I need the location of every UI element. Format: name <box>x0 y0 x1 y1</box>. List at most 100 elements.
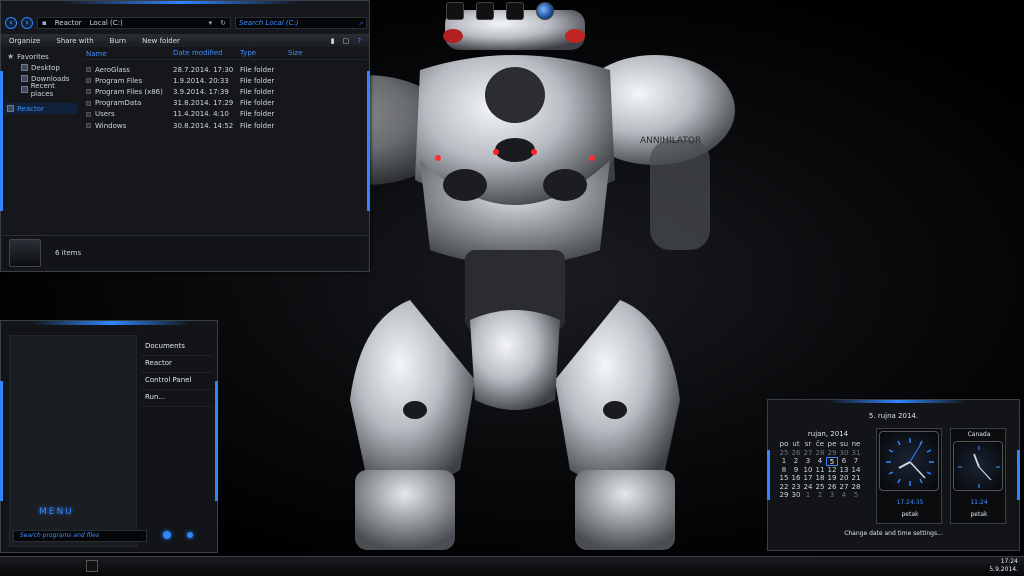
calendar-month[interactable]: rujan, 2014 <box>778 430 878 440</box>
calendar-day[interactable]: 13 <box>838 466 850 475</box>
calendar-day[interactable]: 2 <box>790 457 802 466</box>
share-with-button[interactable]: Share with <box>48 37 101 45</box>
downloads-icon <box>21 75 28 82</box>
calendar-day[interactable]: 11 <box>814 466 826 475</box>
calendar-day[interactable]: 20 <box>838 474 850 483</box>
forward-button[interactable]: › <box>21 17 33 29</box>
calendar-day[interactable]: 16 <box>790 474 802 483</box>
table-row[interactable]: ProgramData 31.8.2014. 17:29 File folder <box>83 98 367 109</box>
calendar-day[interactable]: 19 <box>826 474 838 483</box>
calendar-day[interactable]: 5 <box>826 457 838 466</box>
calendar-day[interactable]: 4 <box>838 491 850 500</box>
shutdown-icon[interactable] <box>163 531 171 539</box>
calendar-day[interactable]: 1 <box>778 457 790 466</box>
address-bar[interactable]: ▪ Reactor Local (C:) ▾ ↻ <box>37 17 231 29</box>
computer-icon[interactable] <box>446 2 464 20</box>
calendar-day[interactable]: 27 <box>838 483 850 492</box>
column-date-modified[interactable]: Date modified <box>173 49 240 59</box>
table-row[interactable]: AeroGlass 28.7.2014. 17:30 File folder <box>83 64 367 75</box>
new-folder-button[interactable]: New folder <box>134 37 188 45</box>
calendar-day[interactable]: 1 <box>802 491 814 500</box>
calendar-day[interactable]: 5 <box>850 491 862 500</box>
table-row[interactable]: Program Files 1.9.2014. 20:33 File folde… <box>83 75 367 86</box>
calendar-day[interactable]: 30 <box>790 491 802 500</box>
file-type: File folder <box>240 110 275 119</box>
calendar-day[interactable]: 31 <box>850 449 862 458</box>
breadcrumb-reactor[interactable]: Reactor <box>55 19 82 27</box>
speaker-icon[interactable] <box>476 2 494 20</box>
calendar-day[interactable]: 28 <box>850 483 862 492</box>
search-input[interactable]: Search Local (C:) ⌕ <box>235 17 367 29</box>
system-clock[interactable]: 17:24 5.9.2014. <box>989 558 1018 574</box>
file-type: File folder <box>240 87 275 96</box>
speaker-icon[interactable] <box>506 2 524 20</box>
dropdown-icon[interactable]: ▾ <box>209 19 213 27</box>
calendar-day[interactable]: 6 <box>838 457 850 466</box>
main-clock-day: petak <box>901 511 919 518</box>
calendar-day[interactable]: 8 <box>778 466 790 475</box>
calendar-day[interactable]: 3 <box>802 457 814 466</box>
calendar-day[interactable]: 14 <box>850 466 862 475</box>
help-icon[interactable]: ? <box>357 37 361 45</box>
calendar-day[interactable]: 24 <box>802 483 814 492</box>
calendar-day[interactable]: 15 <box>778 474 790 483</box>
reactor-link[interactable]: Reactor <box>141 356 213 373</box>
column-name[interactable]: Name <box>83 49 173 59</box>
calendar-day[interactable]: 10 <box>802 466 814 475</box>
second-clock-label: Canada <box>967 431 991 438</box>
calendar-day[interactable]: 23 <box>790 483 802 492</box>
table-row[interactable]: Users 11.4.2014. 4:10 File folder <box>83 109 367 120</box>
calendar-day[interactable]: 3 <box>826 491 838 500</box>
run-link[interactable]: Run... <box>141 390 213 407</box>
shutdown-options-icon[interactable] <box>187 532 193 538</box>
refresh-icon[interactable]: ↻ <box>220 19 226 27</box>
star-icon: ★ <box>7 52 15 61</box>
calendar-day[interactable]: 7 <box>850 457 862 466</box>
nav-recent-places[interactable]: Recent places <box>5 82 77 98</box>
folder-icon <box>86 67 91 73</box>
globe-icon[interactable] <box>536 2 554 20</box>
calendar-day[interactable]: 27 <box>802 449 814 458</box>
documents-link[interactable]: Documents <box>141 339 213 356</box>
command-bar: Organize Share with Burn New folder ▮ ▢ … <box>1 34 369 47</box>
calendar-weekday: pe <box>827 440 837 448</box>
calendar-day[interactable]: 2 <box>814 491 826 500</box>
calendar-day[interactable]: 28 <box>814 449 826 458</box>
calendar-day[interactable]: 17 <box>802 474 814 483</box>
views-icon[interactable]: ▮ <box>331 37 335 45</box>
menu-label: MENU <box>39 507 74 517</box>
breadcrumb-local[interactable]: Local (C:) <box>90 19 123 27</box>
calendar-day[interactable]: 22 <box>778 483 790 492</box>
column-type[interactable]: Type <box>240 49 288 59</box>
control-panel-link[interactable]: Control Panel <box>141 373 213 390</box>
calendar-day[interactable]: 30 <box>838 449 850 458</box>
calendar-day[interactable]: 25 <box>778 449 790 458</box>
back-button[interactable]: ‹ <box>5 17 17 29</box>
start-button[interactable] <box>86 560 98 572</box>
file-date: 28.7.2014. 17:30 <box>173 65 234 74</box>
address-row: ‹ › ▪ Reactor Local (C:) ▾ ↻ Search Loca… <box>5 16 367 30</box>
calendar-day[interactable]: 12 <box>826 466 838 475</box>
calendar-day[interactable]: 26 <box>826 483 838 492</box>
nav-desktop[interactable]: Desktop <box>5 62 77 73</box>
calendar-day[interactable]: 29 <box>778 491 790 500</box>
calendar-day[interactable]: 9 <box>790 466 802 475</box>
calendar-day[interactable]: 18 <box>814 474 826 483</box>
organize-button[interactable]: Organize <box>1 37 48 45</box>
table-row[interactable]: Program Files (x86) 3.9.2014. 17:39 File… <box>83 86 367 97</box>
nav-reactor[interactable]: Reactor <box>5 103 77 114</box>
start-search-input[interactable]: Search programs and files <box>13 530 147 542</box>
calendar-day[interactable]: 29 <box>826 449 838 458</box>
calendar-day[interactable]: 4 <box>814 457 826 466</box>
file-type: File folder <box>240 65 275 74</box>
file-type: File folder <box>240 121 275 130</box>
burn-button[interactable]: Burn <box>102 37 134 45</box>
table-row[interactable]: Windows 30.8.2014. 14:52 File folder <box>83 120 367 131</box>
change-date-time-link[interactable]: Change date and time settings... <box>768 530 1019 537</box>
column-size[interactable]: Size <box>288 49 328 59</box>
nav-favorites[interactable]: ★ Favorites <box>5 51 77 62</box>
calendar-day[interactable]: 25 <box>814 483 826 492</box>
calendar-day[interactable]: 21 <box>850 474 862 483</box>
preview-pane-icon[interactable]: ▢ <box>343 37 350 45</box>
calendar-day[interactable]: 26 <box>790 449 802 458</box>
